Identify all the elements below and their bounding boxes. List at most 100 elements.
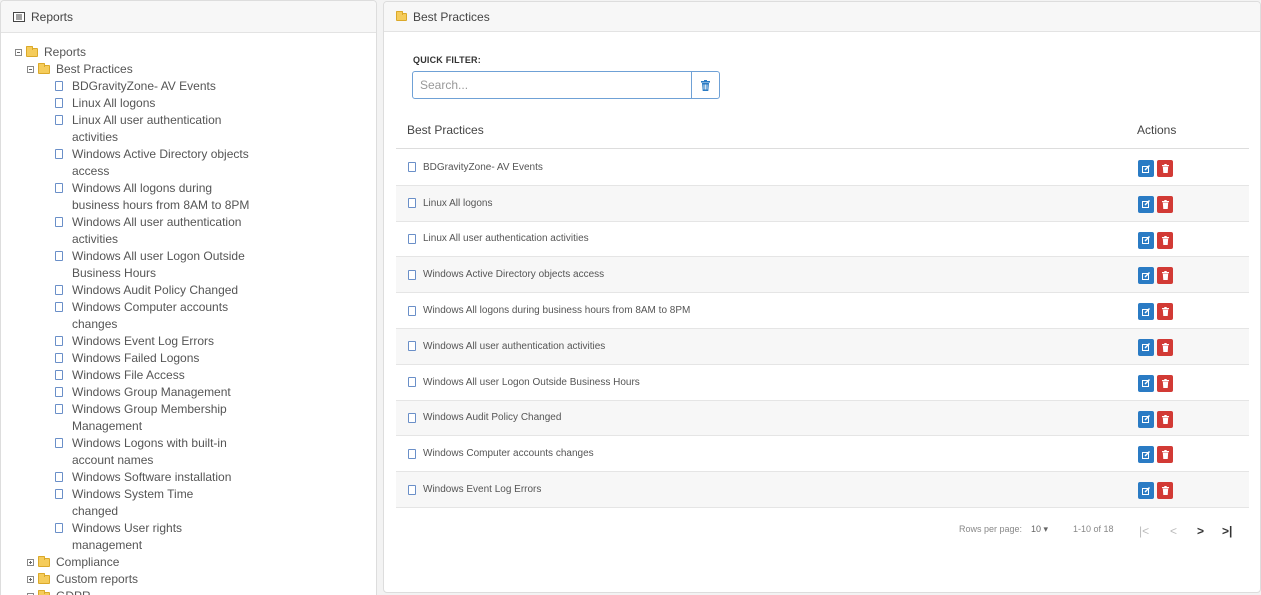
- document-icon: [55, 81, 63, 91]
- report-name[interactable]: Windows Audit Policy Changed: [423, 412, 561, 423]
- document-icon: [55, 472, 63, 482]
- report-name[interactable]: Windows All user authentication activiti…: [423, 341, 605, 352]
- trash-icon: [1161, 342, 1169, 352]
- row-actions: [1138, 195, 1173, 213]
- tree-node-report[interactable]: Windows Group Membership Management: [15, 401, 365, 435]
- tree-label: Windows File Access: [72, 368, 185, 382]
- clear-filter-button[interactable]: [691, 72, 719, 98]
- tree-node-report[interactable]: Windows All logons during business hours …: [15, 180, 365, 214]
- document-icon: [55, 302, 63, 312]
- expand-icon[interactable]: [27, 576, 34, 583]
- delete-button[interactable]: [1157, 482, 1173, 500]
- table-row[interactable]: Windows All user authentication activiti…: [396, 328, 1249, 365]
- table-row[interactable]: Windows Computer accounts changes: [396, 436, 1249, 473]
- report-name[interactable]: Windows All logons during business hours…: [423, 305, 690, 316]
- table-row[interactable]: Windows Active Directory objects access: [396, 257, 1249, 294]
- tree-node-report[interactable]: Windows File Access: [15, 367, 365, 384]
- document-icon: [55, 183, 63, 193]
- delete-button[interactable]: [1157, 446, 1173, 464]
- document-icon: [408, 341, 416, 352]
- delete-button[interactable]: [1157, 303, 1173, 321]
- caret-down-icon: ▾: [1043, 524, 1049, 534]
- tree-node-folder[interactable]: GDPR: [15, 588, 365, 595]
- tree-node-report[interactable]: BDGravityZone- AV Events: [15, 78, 365, 95]
- collapse-icon[interactable]: [27, 66, 34, 73]
- tree-label: Windows Active Directory objects access: [72, 147, 249, 178]
- tree-node-report[interactable]: Windows User rights management: [15, 520, 365, 554]
- edit-button[interactable]: [1138, 410, 1154, 428]
- row-actions: [1138, 374, 1173, 392]
- table-row[interactable]: BDGravityZone- AV Events: [396, 150, 1249, 186]
- prev-page-button[interactable]: <: [1170, 524, 1177, 538]
- table-row[interactable]: Windows Event Log Errors: [396, 472, 1249, 508]
- table-header: Best Practices Actions: [396, 114, 1249, 149]
- delete-button[interactable]: [1157, 231, 1173, 249]
- tree-node-report[interactable]: Windows Failed Logons: [15, 350, 365, 367]
- edit-button[interactable]: [1138, 338, 1154, 356]
- table-row[interactable]: Windows Audit Policy Changed: [396, 400, 1249, 437]
- edit-icon: [1142, 415, 1150, 424]
- tree-node-reports[interactable]: Reports: [15, 44, 365, 61]
- edit-button[interactable]: [1138, 160, 1154, 177]
- report-name[interactable]: BDGravityZone- AV Events: [423, 162, 543, 173]
- row-actions: [1138, 303, 1173, 321]
- edit-button[interactable]: [1138, 446, 1154, 464]
- delete-button[interactable]: [1157, 160, 1173, 177]
- delete-button[interactable]: [1157, 267, 1173, 285]
- delete-button[interactable]: [1157, 195, 1173, 213]
- expand-icon[interactable]: [27, 559, 34, 566]
- tree-node-report[interactable]: Windows System Time changed: [15, 486, 365, 520]
- tree-node-report[interactable]: Windows Logons with built-in account name…: [15, 435, 365, 469]
- tree-node-report[interactable]: Windows All user Logon Outside Business H…: [15, 248, 365, 282]
- report-name[interactable]: Windows All user Logon Outside Business …: [423, 377, 640, 388]
- tree-node-report[interactable]: Windows Software installation: [15, 469, 365, 486]
- tree-node-report[interactable]: Windows Audit Policy Changed: [15, 282, 365, 299]
- tree-node-report[interactable]: Windows Active Directory objects access: [15, 146, 365, 180]
- tree-node-report[interactable]: Windows All user authentication activitie…: [15, 214, 365, 248]
- delete-button[interactable]: [1157, 338, 1173, 356]
- document-icon: [55, 387, 63, 397]
- table-row[interactable]: Linux All user authentication activities: [396, 222, 1249, 258]
- edit-icon: [1142, 343, 1150, 352]
- delete-button[interactable]: [1157, 410, 1173, 428]
- tree-node-folder[interactable]: Custom reports: [15, 571, 365, 588]
- rows-per-page-select[interactable]: 10 ▾: [1031, 524, 1048, 535]
- report-name[interactable]: Windows Computer accounts changes: [423, 448, 594, 459]
- folder-icon: [38, 573, 50, 584]
- report-name[interactable]: Linux All user authentication activities: [423, 233, 589, 244]
- report-name[interactable]: Windows Active Directory objects access: [423, 269, 604, 280]
- tree-node-folder[interactable]: Compliance: [15, 554, 365, 571]
- edit-button[interactable]: [1138, 231, 1154, 249]
- table-row[interactable]: Windows All user Logon Outside Business …: [396, 365, 1249, 401]
- search-input[interactable]: [413, 72, 691, 98]
- collapse-icon[interactable]: [15, 49, 22, 56]
- tree-node-best-practices[interactable]: Best Practices: [15, 61, 365, 78]
- edit-button[interactable]: [1138, 374, 1154, 392]
- next-page-button[interactable]: >: [1197, 524, 1204, 538]
- edit-button[interactable]: [1138, 267, 1154, 285]
- tree-node-report[interactable]: Windows Computer accounts changes: [15, 299, 365, 333]
- tree-label: Windows Failed Logons: [72, 351, 200, 365]
- report-name[interactable]: Windows Event Log Errors: [423, 484, 541, 495]
- edit-button[interactable]: [1138, 195, 1154, 213]
- document-icon: [55, 370, 63, 380]
- tree-node-report[interactable]: Linux All logons: [15, 95, 365, 112]
- tree-node-report[interactable]: Linux All user authentication activities: [15, 112, 365, 146]
- edit-button[interactable]: [1138, 303, 1154, 321]
- row-actions: [1138, 231, 1173, 249]
- table-row[interactable]: Windows All logons during business hours…: [396, 293, 1249, 329]
- first-page-button[interactable]: |<: [1139, 524, 1149, 538]
- column-header-name[interactable]: Best Practices: [407, 123, 484, 137]
- last-page-button[interactable]: >|: [1222, 524, 1232, 538]
- report-name[interactable]: Linux All logons: [423, 198, 493, 209]
- delete-button[interactable]: [1157, 374, 1173, 392]
- document-icon: [55, 404, 63, 414]
- reports-tree: Reports Best Practices BDGravityZone- AV…: [15, 44, 365, 595]
- tree-label: Windows Audit Policy Changed: [72, 283, 239, 297]
- table-row[interactable]: Linux All logons: [396, 185, 1249, 222]
- tree-node-report[interactable]: Windows Event Log Errors: [15, 333, 365, 350]
- row-actions: [1138, 338, 1173, 356]
- tree-label: Reports: [44, 45, 87, 59]
- edit-button[interactable]: [1138, 482, 1154, 500]
- tree-node-report[interactable]: Windows Group Management: [15, 384, 365, 401]
